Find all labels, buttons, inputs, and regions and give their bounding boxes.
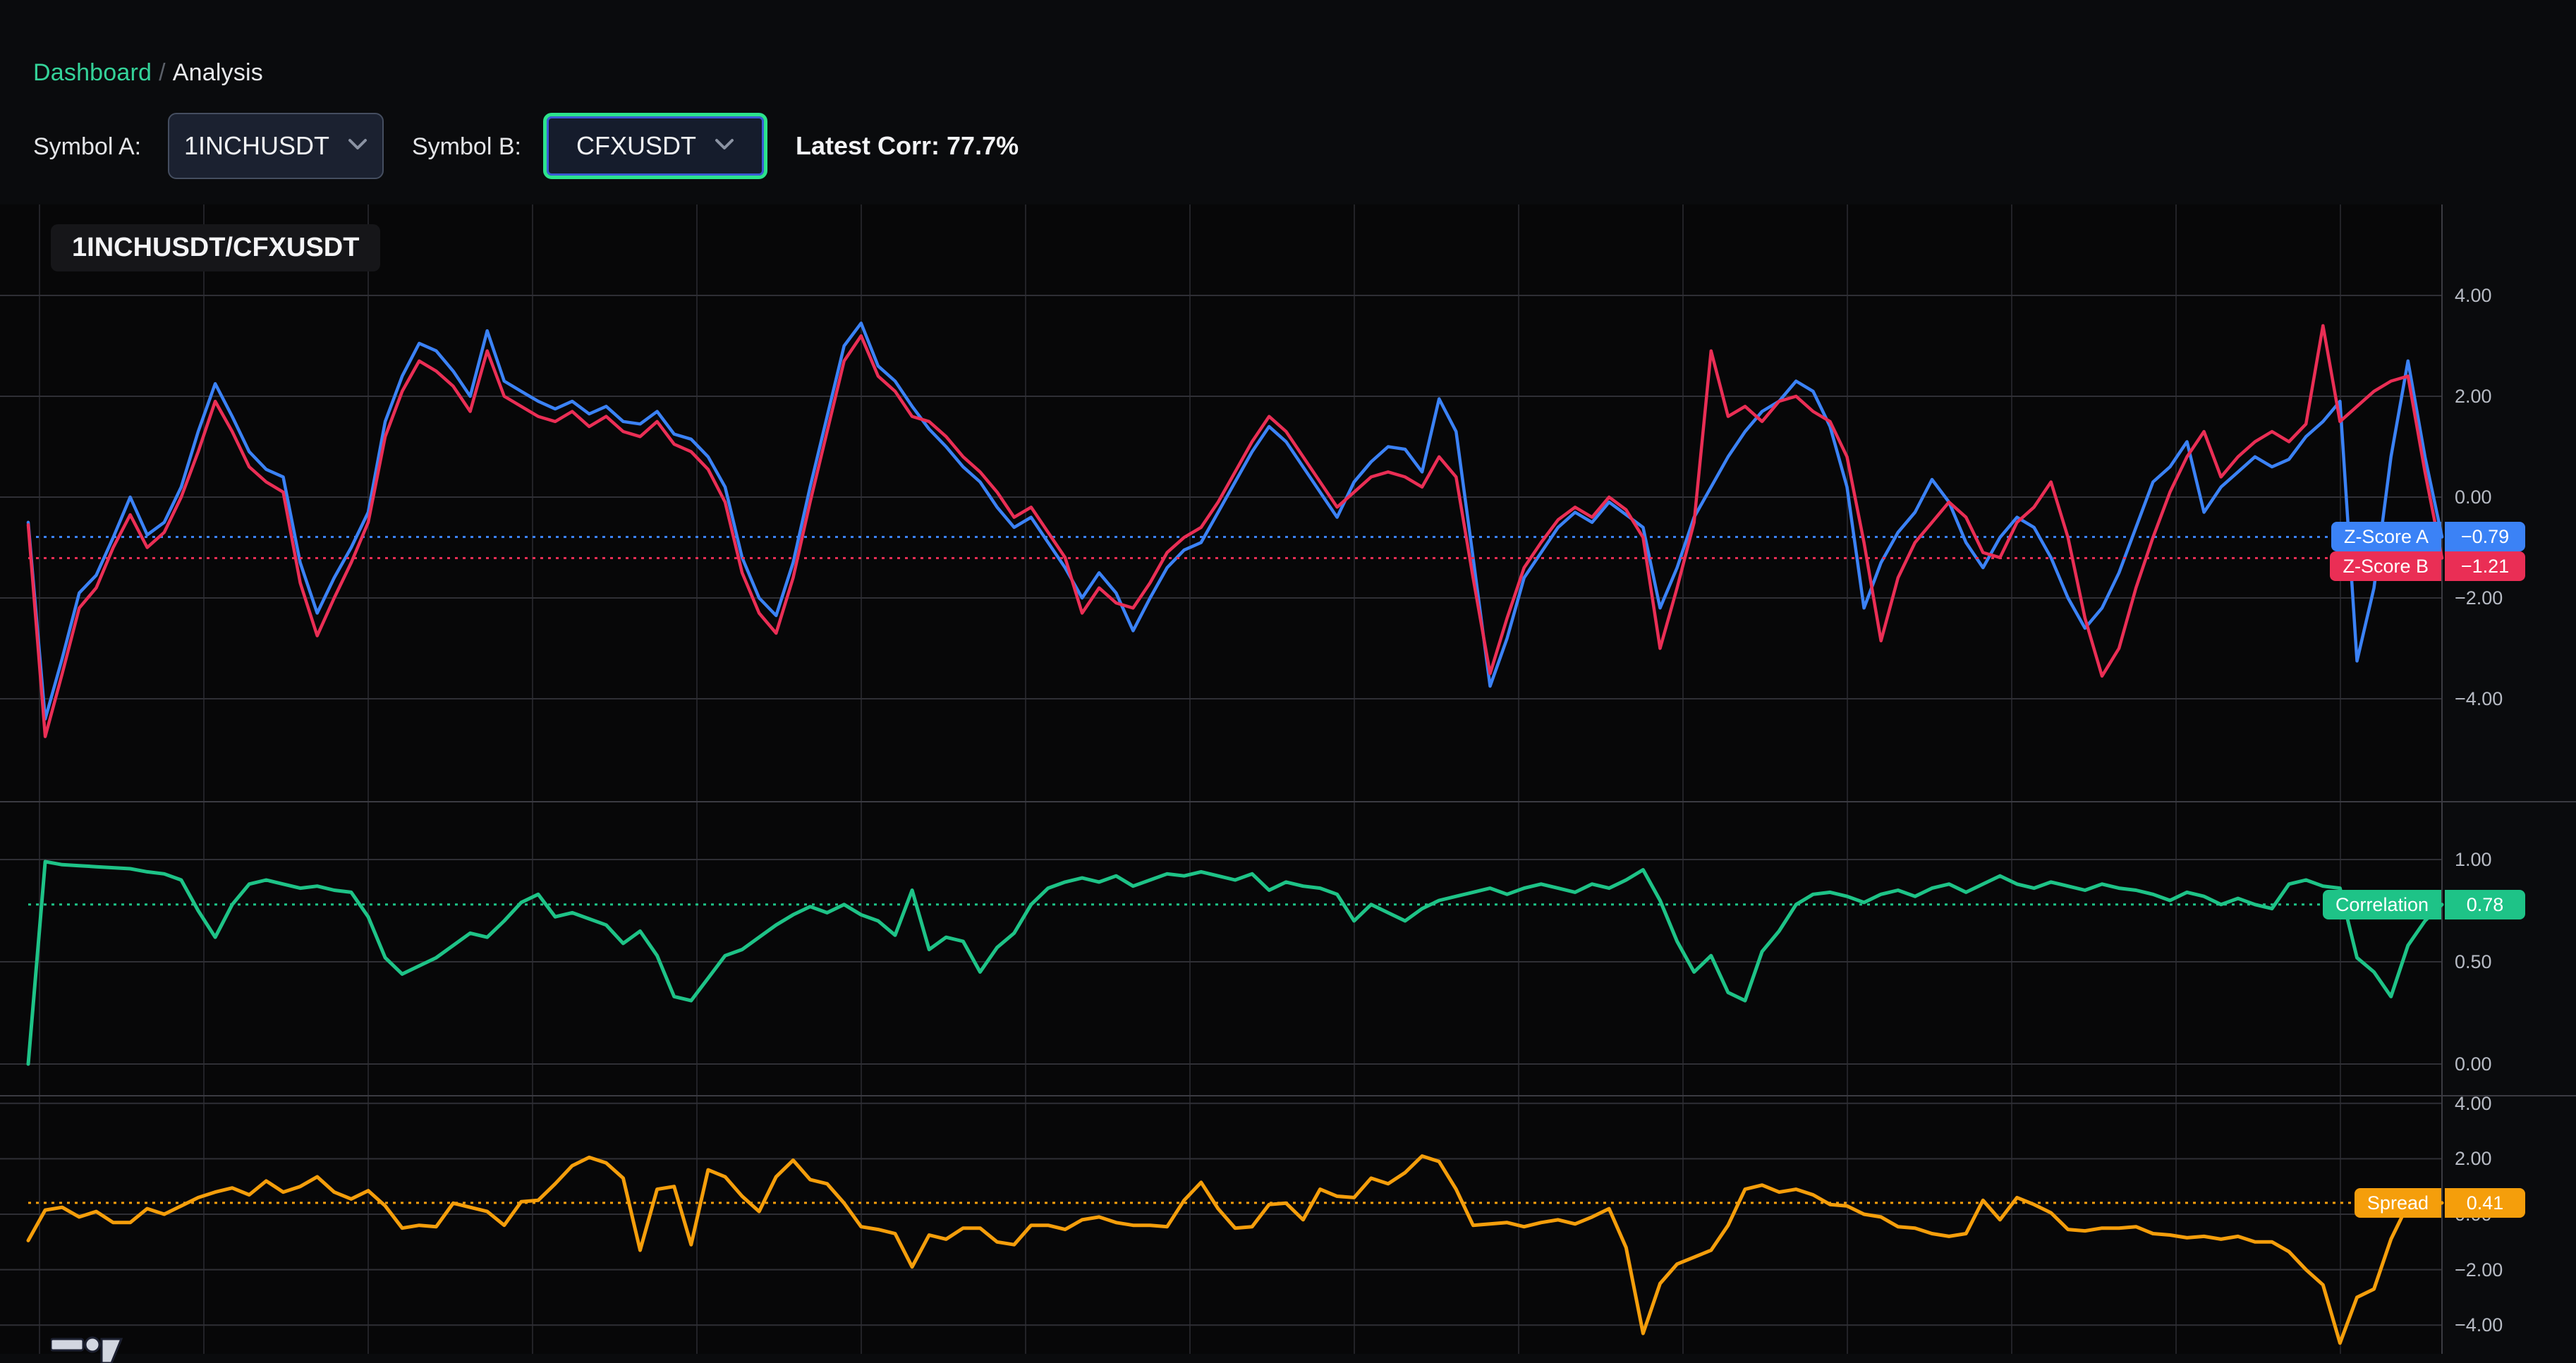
spread-label: Spread xyxy=(2355,1188,2441,1218)
zscore-a-label: Z-Score A xyxy=(2331,522,2441,551)
breadcrumb-separator: / xyxy=(159,59,166,86)
chevron-down-icon xyxy=(715,138,734,154)
chart-title[interactable]: 1INCHUSDT/CFXUSDT xyxy=(51,224,380,271)
breadcrumb-current-analysis: Analysis xyxy=(173,59,263,86)
symbol-b-label: Symbol B: xyxy=(412,133,521,161)
axis-tick-label: 2.00 xyxy=(2455,1147,2568,1170)
axis-tick-label: −2.00 xyxy=(2455,587,2568,609)
symbol-b-value: CFXUSDT xyxy=(576,131,696,161)
app-root: { "breadcrumb": { "home": "Dashboard", "… xyxy=(0,0,2576,1354)
axis-tick-label: 0.00 xyxy=(2455,486,2568,508)
axis-tick-label: 1.00 xyxy=(2455,848,2568,871)
zscore-b-value-badge: −1.21 xyxy=(2445,551,2525,581)
symbol-a-label: Symbol A: xyxy=(33,133,141,161)
axis-tick-label: 0.00 xyxy=(2455,1053,2568,1075)
correlation-label: Correlation xyxy=(2323,890,2441,919)
axis-tick-label: −4.00 xyxy=(2455,687,2568,710)
correlation-value-badge: 0.78 xyxy=(2445,890,2525,919)
zscore-b-label: Z-Score B xyxy=(2330,551,2441,581)
tradingview-logo[interactable] xyxy=(51,1335,128,1363)
breadcrumb: Dashboard / Analysis xyxy=(33,59,263,87)
zscore-a-value-badge: −0.79 xyxy=(2445,522,2525,551)
symbol-a-select[interactable]: 1INCHUSDT xyxy=(168,113,384,179)
axis-tick-label: 0.50 xyxy=(2455,951,2568,973)
symbol-a-value: 1INCHUSDT xyxy=(184,131,329,161)
latest-corr-stat: Latest Corr: 77.7% xyxy=(796,131,1019,161)
axis-tick-label: −2.00 xyxy=(2455,1259,2568,1281)
breadcrumb-link-dashboard[interactable]: Dashboard xyxy=(33,59,152,86)
axis-tick-label: 4.00 xyxy=(2455,284,2568,307)
axis-tick-label: −4.00 xyxy=(2455,1314,2568,1336)
axis-tick-label: 2.00 xyxy=(2455,385,2568,408)
symbol-b-select[interactable]: CFXUSDT xyxy=(543,113,767,179)
spread-value-badge: 0.41 xyxy=(2445,1188,2525,1218)
axis-tick-label: 4.00 xyxy=(2455,1092,2568,1115)
chevron-down-icon xyxy=(348,138,367,154)
chart-canvas[interactable] xyxy=(0,0,2576,1354)
